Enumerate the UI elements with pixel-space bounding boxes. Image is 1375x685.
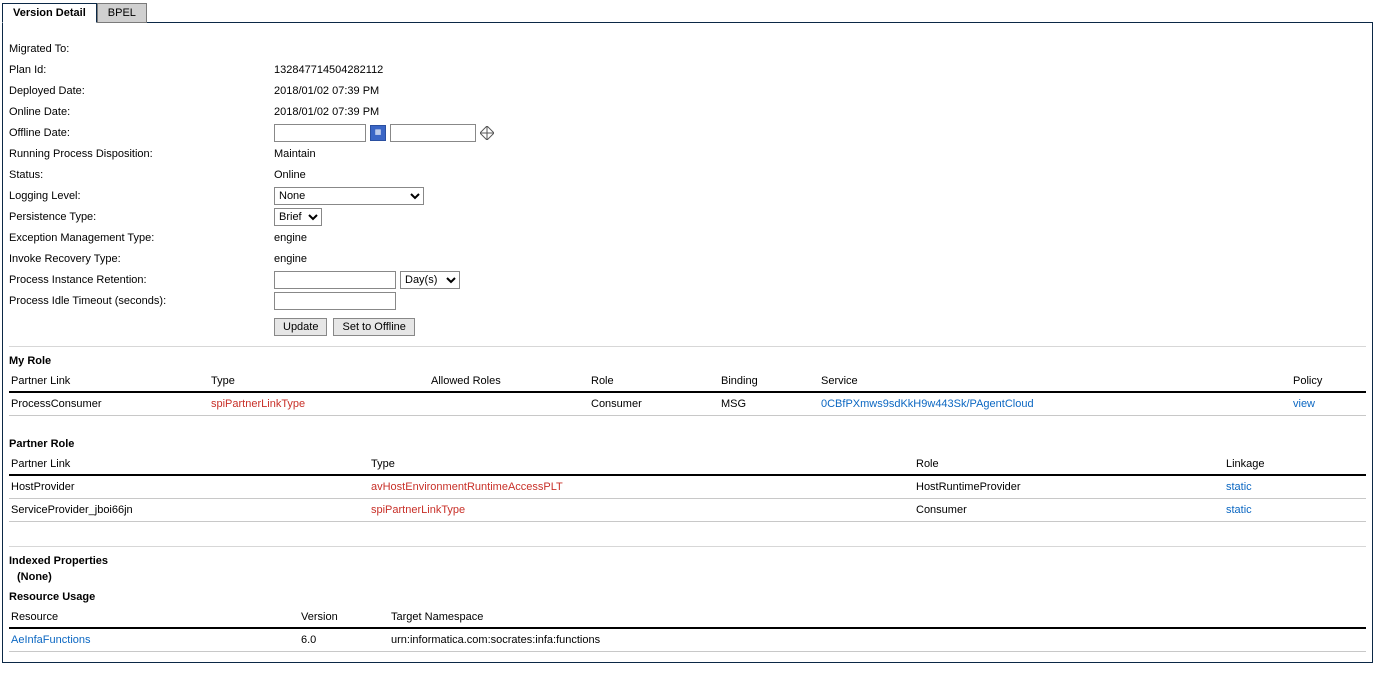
myrole-type: spiPartnerLinkType	[209, 392, 429, 416]
partnerrole-role: HostRuntimeProvider	[914, 475, 1224, 499]
myrole-row: ProcessConsumer spiPartnerLinkType Consu…	[9, 392, 1366, 416]
label-idle-timeout: Process Idle Timeout (seconds):	[9, 295, 274, 307]
partnerrole-row: HostProvider avHostEnvironmentRuntimeAcc…	[9, 475, 1366, 499]
value-deployed-date: 2018/01/02 07:39 PM	[274, 85, 379, 97]
idle-timeout-input[interactable]	[274, 292, 396, 310]
myrole-role: Consumer	[589, 392, 719, 416]
partnerrole-partner-link: ServiceProvider_jboi66jn	[9, 499, 369, 522]
panel-version-detail: Migrated To: Plan Id:132847714504282112 …	[2, 22, 1373, 663]
resource-version: 6.0	[299, 628, 389, 652]
persistence-type-select[interactable]: Brief	[274, 208, 322, 226]
tab-bpel[interactable]: BPEL	[97, 3, 147, 23]
myrole-col-partner-link: Partner Link	[9, 371, 209, 392]
myrole-col-service: Service	[819, 371, 1291, 392]
partnerrole-role: Consumer	[914, 499, 1224, 522]
resource-col-resource: Resource	[9, 607, 299, 628]
partnerrole-col-type: Type	[369, 454, 914, 475]
retention-unit-select[interactable]: Day(s)	[400, 271, 460, 289]
value-running-disposition: Maintain	[274, 148, 316, 160]
section-resource-usage: Resource Usage	[9, 591, 1366, 603]
label-online-date: Online Date:	[9, 106, 274, 118]
retention-input[interactable]	[274, 271, 396, 289]
label-retention: Process Instance Retention:	[9, 274, 274, 286]
partnerrole-type: avHostEnvironmentRuntimeAccessPLT	[369, 475, 914, 499]
partnerrole-col-linkage: Linkage	[1224, 454, 1366, 475]
set-offline-button[interactable]: Set to Offline	[333, 318, 414, 336]
resource-col-target-ns: Target Namespace	[389, 607, 1366, 628]
partnerrole-linkage-link[interactable]: static	[1226, 481, 1252, 493]
label-logging-level: Logging Level:	[9, 190, 274, 202]
myrole-service-link[interactable]: 0CBfPXmws9sdKkH9w443Sk/PAgentCloud	[821, 398, 1034, 410]
partnerrole-partner-link: HostProvider	[9, 475, 369, 499]
update-button[interactable]: Update	[274, 318, 327, 336]
label-invoke-recovery: Invoke Recovery Type:	[9, 253, 274, 265]
myrole-allowed-roles	[429, 392, 589, 416]
section-partner-role: Partner Role	[9, 438, 1366, 450]
value-plan-id: 132847714504282112	[274, 64, 383, 76]
myrole-binding: MSG	[719, 392, 819, 416]
value-invoke-recovery: engine	[274, 253, 307, 265]
section-my-role: My Role	[9, 355, 1366, 367]
label-offline-date: Offline Date:	[9, 127, 274, 139]
section-indexed-properties: Indexed Properties	[9, 555, 1366, 567]
myrole-col-policy: Policy	[1291, 371, 1366, 392]
partnerrole-type: spiPartnerLinkType	[369, 499, 914, 522]
tab-version-detail[interactable]: Version Detail	[2, 3, 97, 23]
myrole-policy-link[interactable]: view	[1293, 398, 1315, 410]
myrole-col-role: Role	[589, 371, 719, 392]
partnerrole-col-role: Role	[914, 454, 1224, 475]
myrole-col-binding: Binding	[719, 371, 819, 392]
offline-time-input[interactable]	[390, 124, 476, 142]
indexed-none: (None)	[17, 571, 1366, 583]
label-plan-id: Plan Id:	[9, 64, 274, 76]
resource-link[interactable]: AeInfaFunctions	[11, 634, 91, 646]
value-status: Online	[274, 169, 306, 181]
myrole-col-allowed-roles: Allowed Roles	[429, 371, 589, 392]
myrole-partner-link: ProcessConsumer	[9, 392, 209, 416]
partnerrole-linkage-link[interactable]: static	[1226, 504, 1252, 516]
value-exception-mgmt: engine	[274, 232, 307, 244]
partnerrole-col-partner-link: Partner Link	[9, 454, 369, 475]
myrole-col-type: Type	[209, 371, 429, 392]
partnerrole-row: ServiceProvider_jboi66jn spiPartnerLinkT…	[9, 499, 1366, 522]
resource-target-ns: urn:informatica.com:socrates:infa:functi…	[389, 628, 1366, 652]
value-online-date: 2018/01/02 07:39 PM	[274, 106, 379, 118]
label-status: Status:	[9, 169, 274, 181]
label-persistence-type: Persistence Type:	[9, 211, 274, 223]
label-migrated-to: Migrated To:	[9, 43, 274, 55]
logging-level-select[interactable]: None	[274, 187, 424, 205]
label-running-disposition: Running Process Disposition:	[9, 148, 274, 160]
time-picker-icon[interactable]	[480, 126, 494, 140]
label-exception-mgmt: Exception Management Type:	[9, 232, 274, 244]
resource-row: AeInfaFunctions 6.0 urn:informatica.com:…	[9, 628, 1366, 652]
resource-col-version: Version	[299, 607, 389, 628]
label-deployed-date: Deployed Date:	[9, 85, 274, 97]
offline-date-input[interactable]	[274, 124, 366, 142]
calendar-icon[interactable]: ▦	[370, 125, 386, 141]
